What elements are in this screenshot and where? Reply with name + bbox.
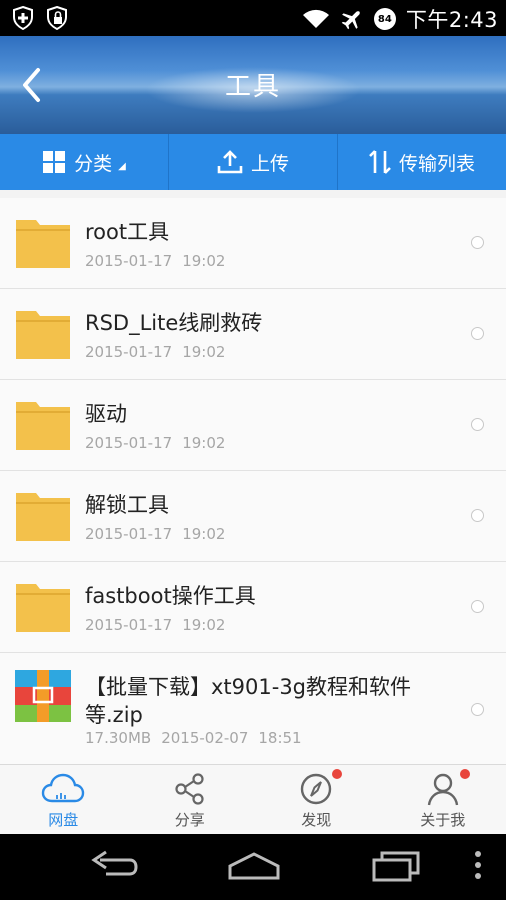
file-meta: 2015-01-17 19:02 [85, 434, 225, 452]
file-time: 18:51 [258, 729, 302, 747]
select-radio[interactable] [471, 418, 484, 431]
back-nav-icon[interactable] [86, 848, 138, 884]
recents-nav-icon[interactable] [370, 848, 422, 884]
file-date: 2015-02-07 [161, 729, 249, 747]
grid-icon [43, 151, 66, 173]
tab-discover[interactable]: 发现 [253, 765, 380, 835]
file-row-fastboot-tools[interactable]: fastboot操作工具 2015-01-17 19:02 [0, 562, 506, 653]
tab-share[interactable]: 分享 [127, 765, 254, 835]
share-icon [175, 773, 204, 805]
select-radio[interactable] [471, 600, 484, 613]
select-radio[interactable] [471, 703, 484, 716]
tab-label: 网盘 [48, 811, 79, 829]
zip-archive-icon [15, 670, 71, 722]
file-date: 2015-01-17 [85, 343, 173, 361]
tab-label: 关于我 [420, 811, 466, 829]
notification-badge [459, 769, 470, 779]
wifi-icon [302, 9, 329, 28]
folder-icon [16, 311, 70, 359]
compass-icon [301, 773, 332, 805]
file-meta: 2015-01-17 19:02 [85, 343, 225, 361]
airplane-icon [341, 11, 360, 30]
file-time: 19:02 [182, 252, 226, 270]
folder-icon [16, 402, 70, 450]
file-date: 2015-01-17 [85, 525, 173, 543]
file-name: root工具 [85, 220, 170, 244]
file-row-batch-download-zip[interactable]: 【批量下载】xt901-3g教程和软件等.zip 17.30MB 2015-02-… [0, 653, 506, 764]
file-time: 19:02 [182, 525, 226, 543]
file-list: root工具 2015-01-17 19:02 RSD_Lite线刷救砖 2015… [0, 198, 506, 764]
file-name: 驱动 [85, 402, 127, 426]
shield-icon [13, 6, 33, 30]
transfer-list-button[interactable]: 传输列表 [338, 134, 506, 190]
bottom-tab-bar: 网盘 分享 发现 关于我 [0, 764, 506, 835]
page-title: 工具 [224, 72, 281, 102]
file-name: RSD_Lite线刷救砖 [85, 311, 263, 335]
caret-down-icon: ◢ [118, 160, 126, 172]
file-time: 19:02 [182, 343, 226, 361]
category-label: 分类 [74, 152, 113, 175]
file-name: 【批量下载】xt901-3g教程和软件等.zip [85, 675, 412, 727]
transfer-arrows-icon [369, 150, 391, 174]
file-date: 2015-01-17 [85, 434, 173, 452]
file-meta: 2015-01-17 19:02 [85, 525, 225, 543]
tab-netdisk[interactable]: 网盘 [0, 765, 127, 835]
header: 工具 [0, 36, 506, 134]
status-time: 下午2:43 [405, 8, 498, 32]
user-icon [427, 773, 458, 806]
tab-label: 分享 [174, 811, 205, 829]
upload-button[interactable]: 上传 [169, 134, 338, 190]
file-size: 17.30MB [85, 729, 152, 747]
cloud-icon [42, 773, 85, 803]
file-date: 2015-01-17 [85, 616, 173, 634]
notification-badge [332, 769, 342, 779]
file-row-rsd-lite[interactable]: RSD_Lite线刷救砖 2015-01-17 19:02 [0, 289, 506, 380]
file-time: 19:02 [182, 434, 226, 452]
tab-label: 发现 [301, 811, 332, 829]
overflow-menu-icon[interactable] [472, 848, 484, 884]
file-time: 19:02 [182, 616, 226, 634]
file-meta: 2015-01-17 19:02 [85, 616, 225, 634]
file-row-root-tools[interactable]: root工具 2015-01-17 19:02 [0, 198, 506, 289]
category-button[interactable]: 分类 ◢ [0, 134, 169, 190]
file-name: fastboot操作工具 [85, 584, 256, 608]
home-nav-icon[interactable] [226, 848, 282, 884]
status-right: 84 下午2:43 [302, 4, 498, 34]
folder-icon [16, 584, 70, 632]
status-bar: 84 下午2:43 [0, 0, 506, 36]
tab-about-me[interactable]: 关于我 [380, 765, 506, 835]
transfer-list-label: 传输列表 [398, 152, 475, 175]
select-radio[interactable] [471, 327, 484, 340]
battery-icon: 84 [373, 8, 396, 30]
status-left [12, 6, 68, 30]
file-meta: 17.30MB 2015-02-07 18:51 [85, 729, 302, 747]
folder-icon [16, 220, 70, 268]
toolbar: 分类 ◢ 上传 传输列表 [0, 134, 506, 190]
file-row-drivers[interactable]: 驱动 2015-01-17 19:02 [0, 380, 506, 471]
file-date: 2015-01-17 [85, 252, 173, 270]
upload-icon [217, 150, 243, 174]
file-meta: 2015-01-17 19:02 [85, 252, 225, 270]
file-row-unlock-tools[interactable]: 解锁工具 2015-01-17 19:02 [0, 471, 506, 562]
folder-icon [16, 493, 70, 541]
file-name: 解锁工具 [85, 493, 169, 517]
upload-label: 上传 [250, 152, 289, 175]
system-nav-bar [0, 834, 506, 900]
shield-lock-icon [47, 6, 67, 30]
select-radio[interactable] [471, 509, 484, 522]
select-radio[interactable] [471, 236, 484, 249]
